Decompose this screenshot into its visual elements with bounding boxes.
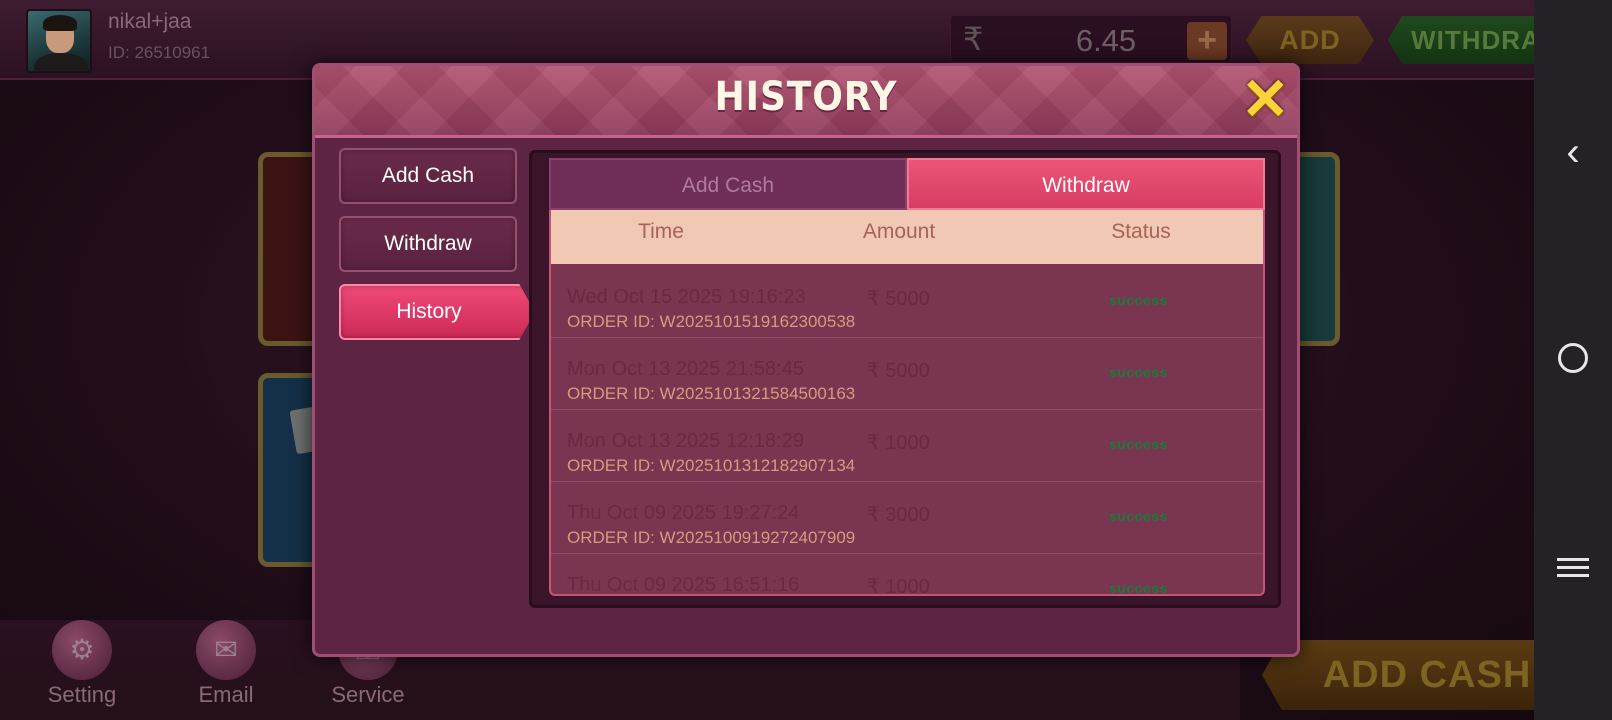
recents-menu-icon[interactable]	[1534, 553, 1612, 582]
modal-title: HISTORY	[714, 74, 898, 120]
table-body: Wed Oct 15 2025 19:16:23 ₹ 5000 success …	[551, 266, 1263, 594]
history-modal: HISTORY ✕ Add Cash Withdraw History Add …	[312, 63, 1300, 657]
side-tab-withdraw[interactable]: Withdraw	[339, 216, 517, 272]
status-badge: success	[1109, 580, 1168, 594]
column-header-time: Time	[638, 220, 684, 243]
side-tab-history[interactable]: History	[339, 284, 535, 340]
row-amount: ₹ 5000	[867, 288, 930, 310]
bottom-nav-email[interactable]: ✉ Email	[176, 620, 276, 708]
user-id: ID: 26510961	[108, 43, 211, 62]
status-badge: success	[1109, 364, 1168, 380]
mail-icon: ✉	[196, 620, 256, 680]
table-row[interactable]: Wed Oct 15 2025 19:16:23 ₹ 5000 success …	[551, 266, 1263, 338]
close-icon[interactable]: ✕	[1241, 71, 1290, 129]
history-table[interactable]: Time Amount Status Wed Oct 15 2025 19:16…	[549, 210, 1265, 596]
add-balance-plus-button[interactable]: +	[1187, 22, 1227, 60]
row-time: Wed Oct 15 2025 19:16:23	[567, 286, 806, 308]
table-row[interactable]: Mon Oct 13 2025 21:58:45 ₹ 5000 success …	[551, 338, 1263, 410]
column-header-status: Status	[1111, 220, 1171, 243]
bottom-nav-label: Setting	[47, 682, 117, 707]
avatar-hair	[43, 15, 77, 31]
side-tab-add-cash[interactable]: Add Cash	[339, 148, 517, 204]
balance-value: 6.45	[1075, 23, 1137, 58]
balance-box: ₹ 6.45 +	[950, 15, 1232, 63]
row-time: Thu Oct 09 2025 19:27:24	[567, 502, 800, 524]
status-badge: success	[1109, 292, 1168, 308]
row-order-id: ORDER ID: W2025101312182907134	[567, 456, 856, 475]
table-row[interactable]: Thu Oct 09 2025 16:51:16 ₹ 1000 success	[551, 554, 1263, 594]
history-content-panel: Add Cash Withdraw Time Amount Status Wed…	[529, 150, 1281, 608]
row-order-id: ORDER ID: W2025101321584500163	[567, 384, 856, 403]
tab-add-cash[interactable]: Add Cash	[549, 158, 907, 210]
table-header: Time Amount Status	[551, 210, 1263, 264]
avatar[interactable]	[26, 9, 92, 73]
row-time: Thu Oct 09 2025 16:51:16	[567, 574, 800, 594]
modal-header: HISTORY ✕	[315, 66, 1297, 138]
add-button[interactable]: ADD	[1246, 16, 1374, 64]
column-header-amount: Amount	[862, 220, 936, 243]
bottom-nav-setting[interactable]: ⚙ Setting	[32, 620, 132, 708]
username: nikal+jaa	[108, 10, 192, 33]
row-order-id: ORDER ID: W2025101519162300538	[567, 312, 856, 331]
row-amount: ₹ 1000	[867, 432, 930, 454]
avatar-body	[34, 53, 88, 71]
row-time: Mon Oct 13 2025 12:18:29	[567, 430, 804, 452]
system-nav-bar: ‹	[1534, 0, 1612, 720]
row-amount: ₹ 5000	[867, 360, 930, 382]
row-time: Mon Oct 13 2025 21:58:45	[567, 358, 804, 380]
status-badge: success	[1109, 508, 1168, 524]
rupee-icon: ₹	[963, 21, 984, 57]
gear-icon: ⚙	[52, 620, 112, 680]
bottom-nav-label: Service	[331, 682, 405, 707]
tab-withdraw[interactable]: Withdraw	[907, 158, 1265, 210]
row-amount: ₹ 3000	[867, 504, 930, 526]
table-row[interactable]: Thu Oct 09 2025 19:27:24 ₹ 3000 success …	[551, 482, 1263, 554]
table-row[interactable]: Mon Oct 13 2025 12:18:29 ₹ 1000 success …	[551, 410, 1263, 482]
status-badge: success	[1109, 436, 1168, 452]
back-icon[interactable]: ‹	[1534, 130, 1612, 175]
bottom-nav-label: Email	[198, 682, 254, 707]
home-icon[interactable]	[1534, 343, 1612, 378]
row-amount: ₹ 1000	[867, 576, 930, 594]
row-order-id: ORDER ID: W2025100919272407909	[567, 528, 856, 547]
